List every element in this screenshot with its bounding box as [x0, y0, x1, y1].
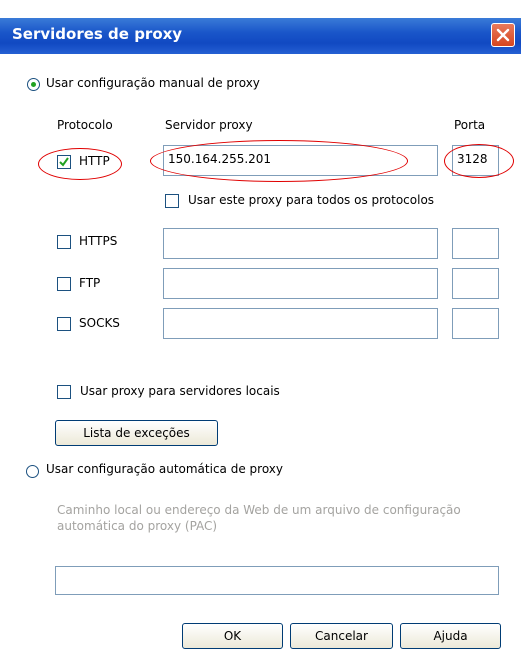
https-label: HTTPS	[79, 234, 118, 248]
socks-checkbox[interactable]	[57, 317, 71, 331]
close-button[interactable]	[491, 23, 515, 47]
http-server-value: 150.164.255.201	[168, 152, 272, 166]
http-label: HTTP	[79, 154, 110, 168]
use-for-all-checkbox[interactable]	[165, 194, 179, 208]
http-port-input[interactable]: 3128	[452, 145, 499, 176]
pac-description: Caminho local ou endereço da Web de um a…	[57, 503, 461, 533]
ftp-label: FTP	[79, 276, 101, 290]
manual-config-label: Usar configuração manual de proxy	[46, 76, 260, 90]
socks-port-input[interactable]	[452, 308, 499, 339]
https-port-input[interactable]	[452, 228, 499, 259]
http-port-value: 3128	[457, 152, 488, 166]
http-checkbox[interactable]	[57, 155, 71, 169]
protocol-header: Protocolo	[57, 118, 113, 132]
socks-label: SOCKS	[79, 316, 120, 330]
local-servers-label: Usar proxy para servidores locais	[80, 384, 280, 398]
manual-config-radio[interactable]	[27, 78, 40, 91]
title-bar: Servidores de proxy	[0, 18, 521, 54]
auto-config-label: Usar configuração automática de proxy	[46, 462, 283, 476]
ftp-port-input[interactable]	[452, 268, 499, 299]
use-for-all-label: Usar este proxy para todos os protocolos	[188, 193, 435, 207]
ftp-server-input[interactable]	[163, 268, 438, 299]
cancel-button[interactable]: Cancelar	[290, 623, 393, 649]
close-icon	[496, 28, 510, 42]
server-header: Servidor proxy	[165, 118, 253, 132]
window-title: Servidores de proxy	[12, 25, 183, 43]
ftp-checkbox[interactable]	[57, 277, 71, 291]
local-servers-checkbox[interactable]	[57, 385, 71, 399]
https-checkbox[interactable]	[57, 235, 71, 249]
https-server-input[interactable]	[163, 228, 438, 259]
proxy-servers-dialog: Servidores de proxy Usar configuração ma…	[0, 0, 521, 665]
auto-config-radio[interactable]	[26, 465, 39, 478]
exceptions-list-button[interactable]: Lista de exceções	[55, 420, 218, 446]
window-top-strip	[0, 0, 521, 18]
radio-selected-dot	[31, 82, 36, 87]
http-server-input[interactable]: 150.164.255.201	[163, 145, 438, 176]
check-icon	[59, 157, 69, 167]
help-button[interactable]: Ajuda	[400, 623, 501, 649]
ok-button[interactable]: OK	[182, 623, 283, 649]
socks-server-input[interactable]	[163, 308, 438, 339]
port-header: Porta	[454, 118, 486, 132]
pac-url-input[interactable]	[55, 566, 499, 595]
